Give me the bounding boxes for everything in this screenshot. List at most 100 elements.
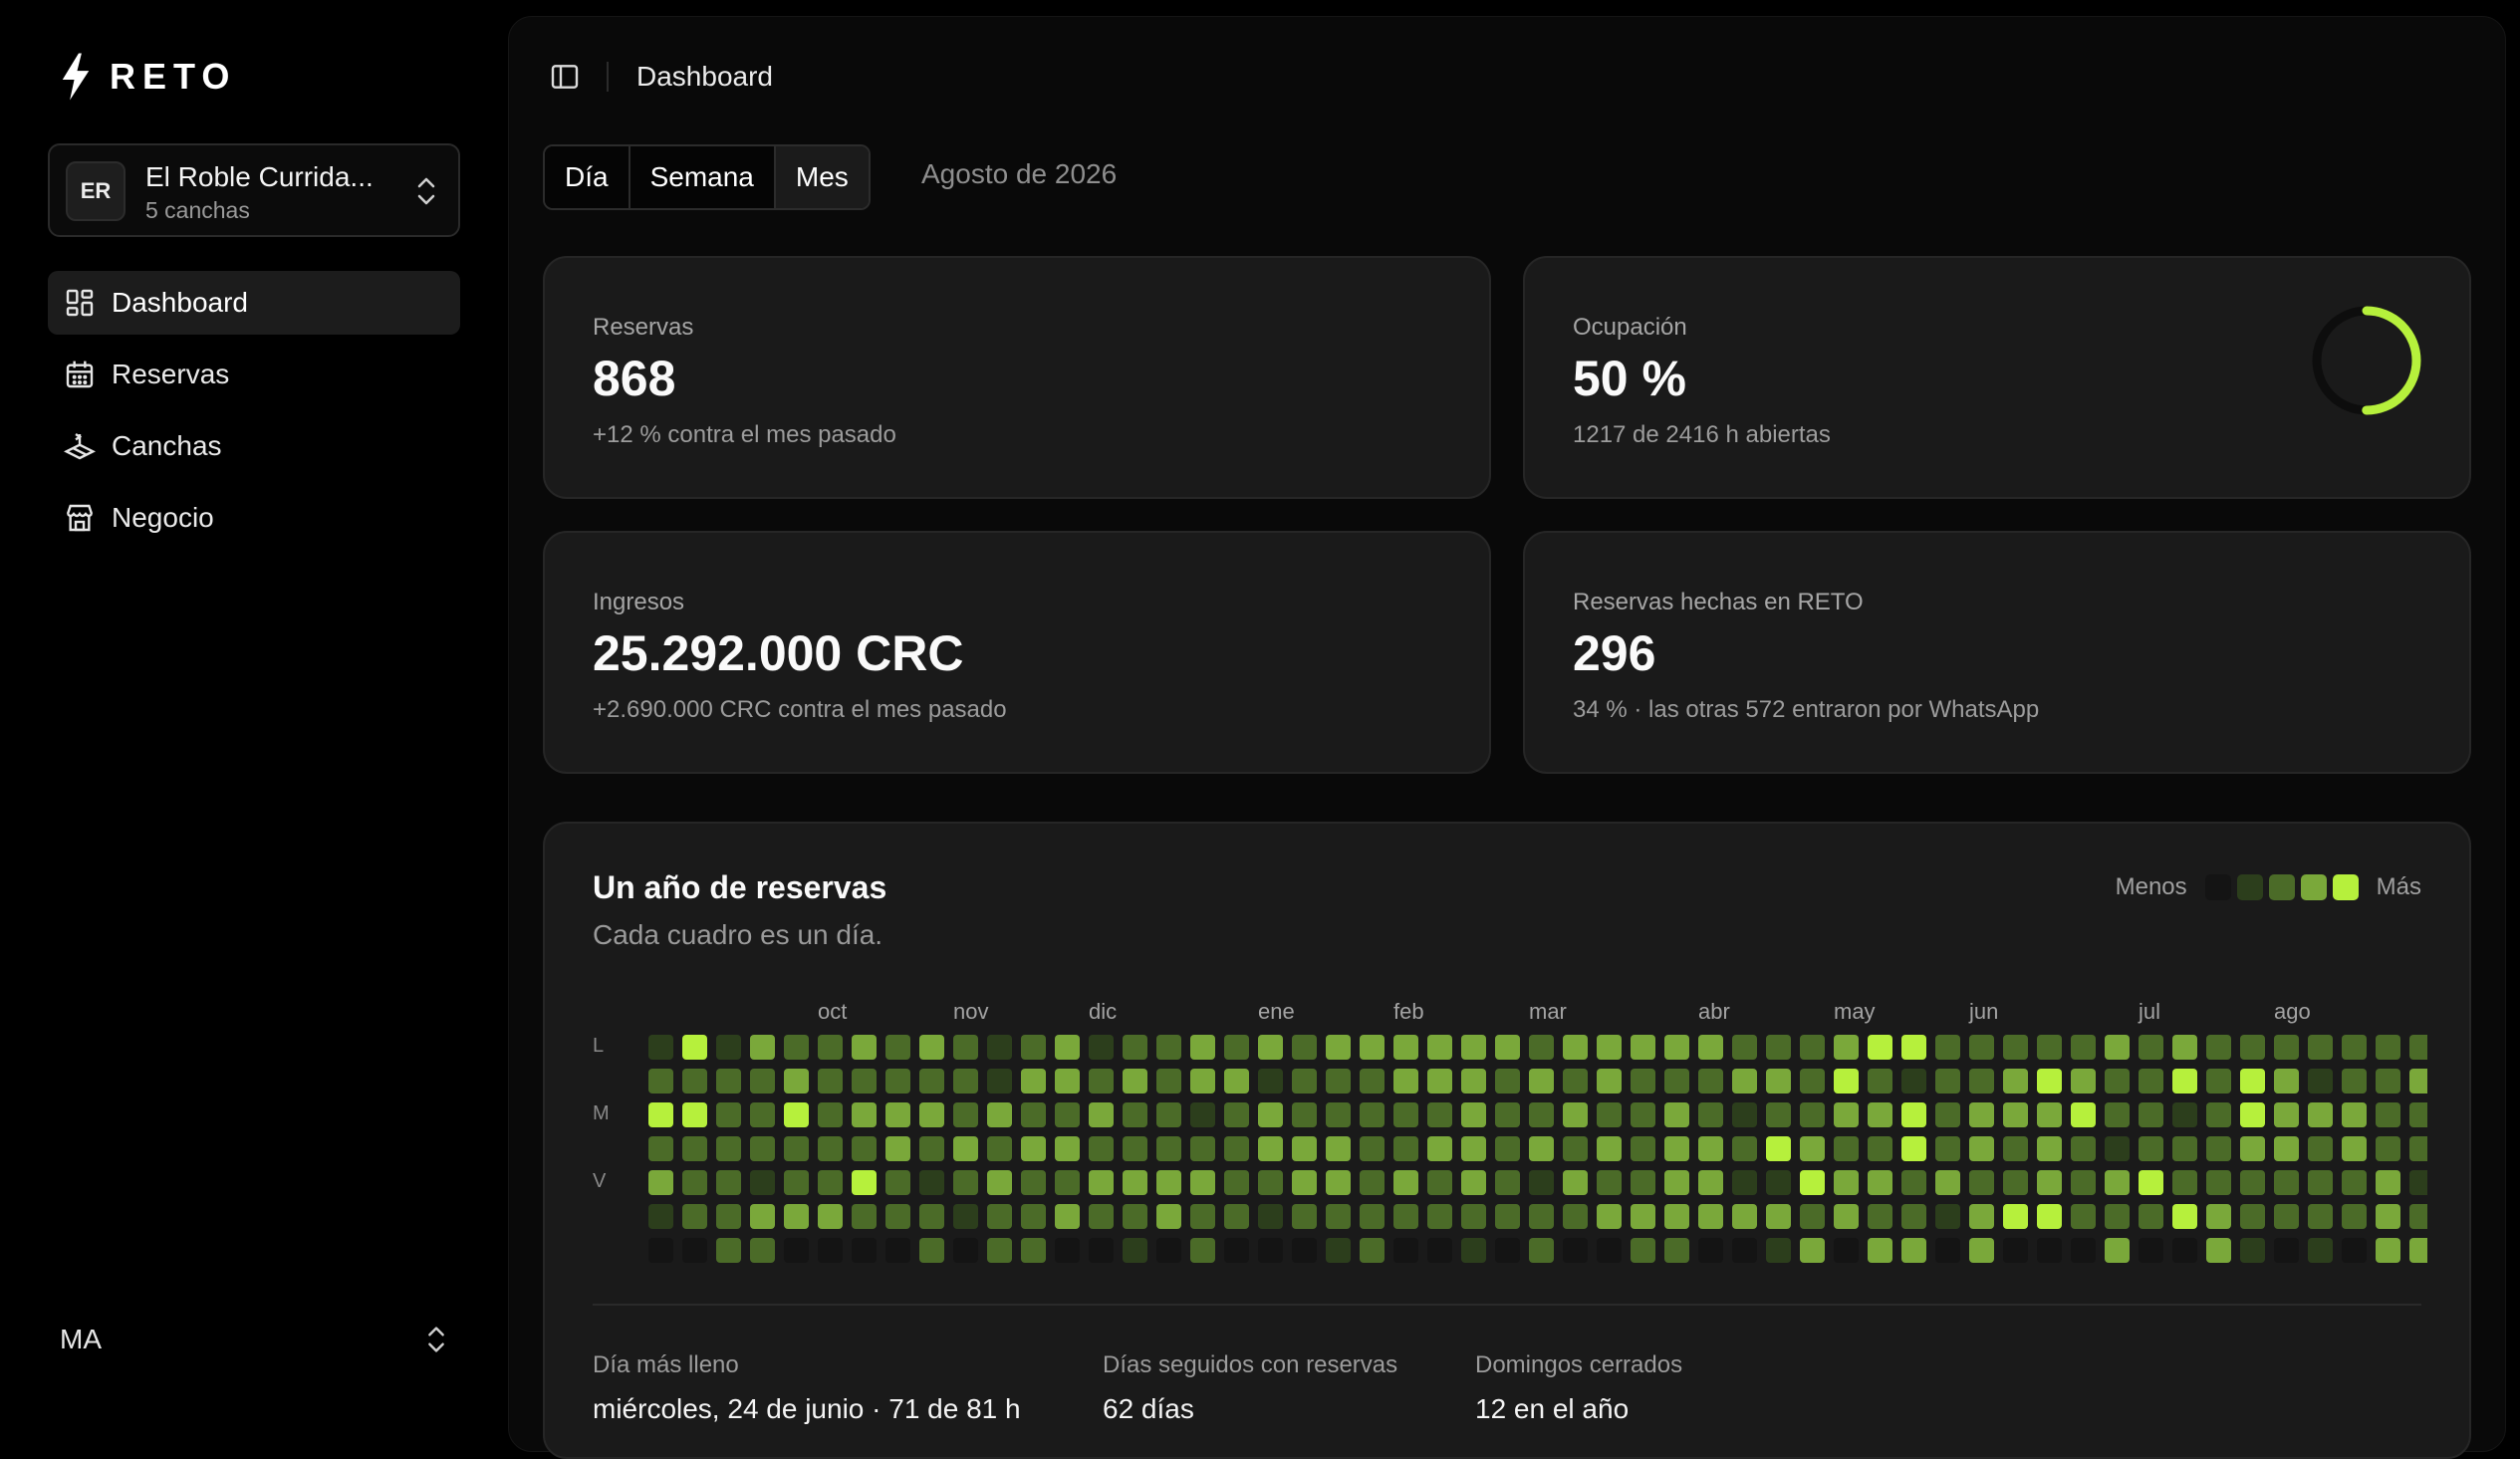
heatmap-cell	[1732, 1204, 1757, 1229]
heatmap-cell	[2139, 1102, 2163, 1127]
heatmap-cell	[987, 1035, 1012, 1060]
logo[interactable]: RETO	[58, 52, 236, 102]
heatmap-cell	[1631, 1204, 1655, 1229]
heatmap-cell	[1631, 1069, 1655, 1094]
sidebar-item-canchas[interactable]: Canchas	[48, 414, 460, 478]
heatmap-cell	[2003, 1035, 2028, 1060]
sidebar-item-reservas[interactable]: Reservas	[48, 343, 460, 406]
heatmap-cell	[2274, 1035, 2299, 1060]
heatmap-cell	[1766, 1238, 1791, 1263]
heatmap-cell	[1901, 1136, 1926, 1161]
heatmap-cell	[1021, 1238, 1046, 1263]
heatmap-cell	[2206, 1136, 2231, 1161]
heatmap-cell	[1563, 1069, 1588, 1094]
month-label: feb	[1393, 999, 1424, 1024]
org-switcher[interactable]: ER El Roble Currida... 5 canchas	[48, 143, 460, 237]
heatmap-cell	[987, 1238, 1012, 1263]
heatmap-cell	[2376, 1069, 2400, 1094]
heatmap-cell	[818, 1136, 843, 1161]
card-value: 50 %	[1573, 351, 1686, 406]
heatmap-cell	[2003, 1204, 2028, 1229]
heatmap-cell	[2274, 1102, 2299, 1127]
court-icon	[64, 433, 96, 460]
heatmap-cell	[1969, 1035, 1994, 1060]
heatmap-cell	[2003, 1238, 2028, 1263]
legend-more: Más	[2376, 873, 2421, 900]
legend-swatch	[2300, 874, 2327, 900]
legend-swatch	[2268, 874, 2295, 900]
dashboard-grid-icon	[66, 289, 94, 317]
heatmap-cell	[1664, 1204, 1689, 1229]
tab-semana[interactable]: Semana	[628, 146, 774, 208]
tab-dia[interactable]: Día	[545, 146, 629, 208]
heatmap-cell	[818, 1069, 843, 1094]
heatmap-cell	[2172, 1136, 2197, 1161]
heatmap-cell	[648, 1035, 673, 1060]
heatmap-cell	[1326, 1170, 1351, 1195]
heatmap-cell	[1664, 1035, 1689, 1060]
heatmap-cell	[1360, 1238, 1385, 1263]
heatmap-cell	[2240, 1204, 2265, 1229]
heatmap-cell	[2139, 1035, 2163, 1060]
heatmap-cell	[1156, 1170, 1181, 1195]
heatmap-cell	[1901, 1035, 1926, 1060]
card-reservas: Reservas 868 +12 % contra el mes pasado	[543, 256, 1491, 499]
heatmap-cell	[1495, 1204, 1520, 1229]
heatmap-cell	[2105, 1035, 2130, 1060]
heatmap-cell	[2206, 1069, 2231, 1094]
calendar-icon	[66, 361, 94, 388]
sidebar-item-dashboard[interactable]: Dashboard	[48, 271, 460, 335]
heatmap-cell	[1055, 1035, 1080, 1060]
heatmap-cell	[648, 1238, 673, 1263]
heatmap-cell	[1258, 1136, 1283, 1161]
heatmap-cell	[1292, 1204, 1317, 1229]
heatmap-cell	[953, 1136, 978, 1161]
heatmap-cell	[1800, 1102, 1825, 1127]
heatmap-cell	[2139, 1238, 2163, 1263]
heatmap-cell	[1055, 1102, 1080, 1127]
heatmap-cell	[784, 1204, 809, 1229]
heatmap-cell	[1563, 1238, 1588, 1263]
heatmap-cell	[682, 1102, 707, 1127]
heatmap-cell	[1969, 1238, 1994, 1263]
heatmap-cell	[1258, 1170, 1283, 1195]
month-label: mar	[1529, 999, 1567, 1024]
heatmap-cell	[750, 1069, 775, 1094]
heatmap-cell	[1156, 1035, 1181, 1060]
heatmap-cell	[2409, 1069, 2427, 1094]
heatmap-cell	[818, 1102, 843, 1127]
heatmap-cell	[2071, 1102, 2096, 1127]
heatmap-cell	[1461, 1069, 1486, 1094]
heatmap-cell	[750, 1102, 775, 1127]
card-sub: 1217 de 2416 h abiertas	[1573, 421, 1831, 448]
heatmap-cell	[1461, 1238, 1486, 1263]
heatmap-cell	[2206, 1204, 2231, 1229]
heatmap-cell	[1597, 1069, 1622, 1094]
heatmap-cell	[1360, 1035, 1385, 1060]
heatmap-cell	[885, 1136, 910, 1161]
heatmap-cell	[1292, 1035, 1317, 1060]
heatmap-cell	[1156, 1204, 1181, 1229]
sidebar-item-negocio[interactable]: Negocio	[48, 486, 460, 550]
stat-label: Día más lleno	[593, 1351, 739, 1378]
card-ocupacion: Ocupación 50 % 1217 de 2416 h abiertas	[1523, 256, 2471, 499]
tab-mes[interactable]: Mes	[773, 146, 869, 208]
heatmap-cell	[1258, 1069, 1283, 1094]
sidebar-toggle-icon[interactable]	[549, 61, 581, 93]
divider	[607, 62, 609, 92]
heatmap-cell	[885, 1204, 910, 1229]
card-sub: 34 % · las otras 572 entraron por WhatsA…	[1573, 696, 2040, 723]
heatmap-cell	[885, 1069, 910, 1094]
heatmap-cell	[2105, 1170, 2130, 1195]
heatmap-cell	[1935, 1035, 1960, 1060]
heatmap-cell	[885, 1170, 910, 1195]
user-menu[interactable]: MA	[48, 1313, 460, 1366]
heatmap-legend: Menos Más	[2116, 873, 2421, 901]
heatmap-cell	[953, 1102, 978, 1127]
heatmap-cell	[1766, 1204, 1791, 1229]
heatmap-cell	[1360, 1102, 1385, 1127]
weekday-label: L	[593, 1035, 605, 1057]
heatmap-cell	[1123, 1069, 1147, 1094]
heatmap-cell	[1969, 1136, 1994, 1161]
heatmap-cell	[1224, 1170, 1249, 1195]
